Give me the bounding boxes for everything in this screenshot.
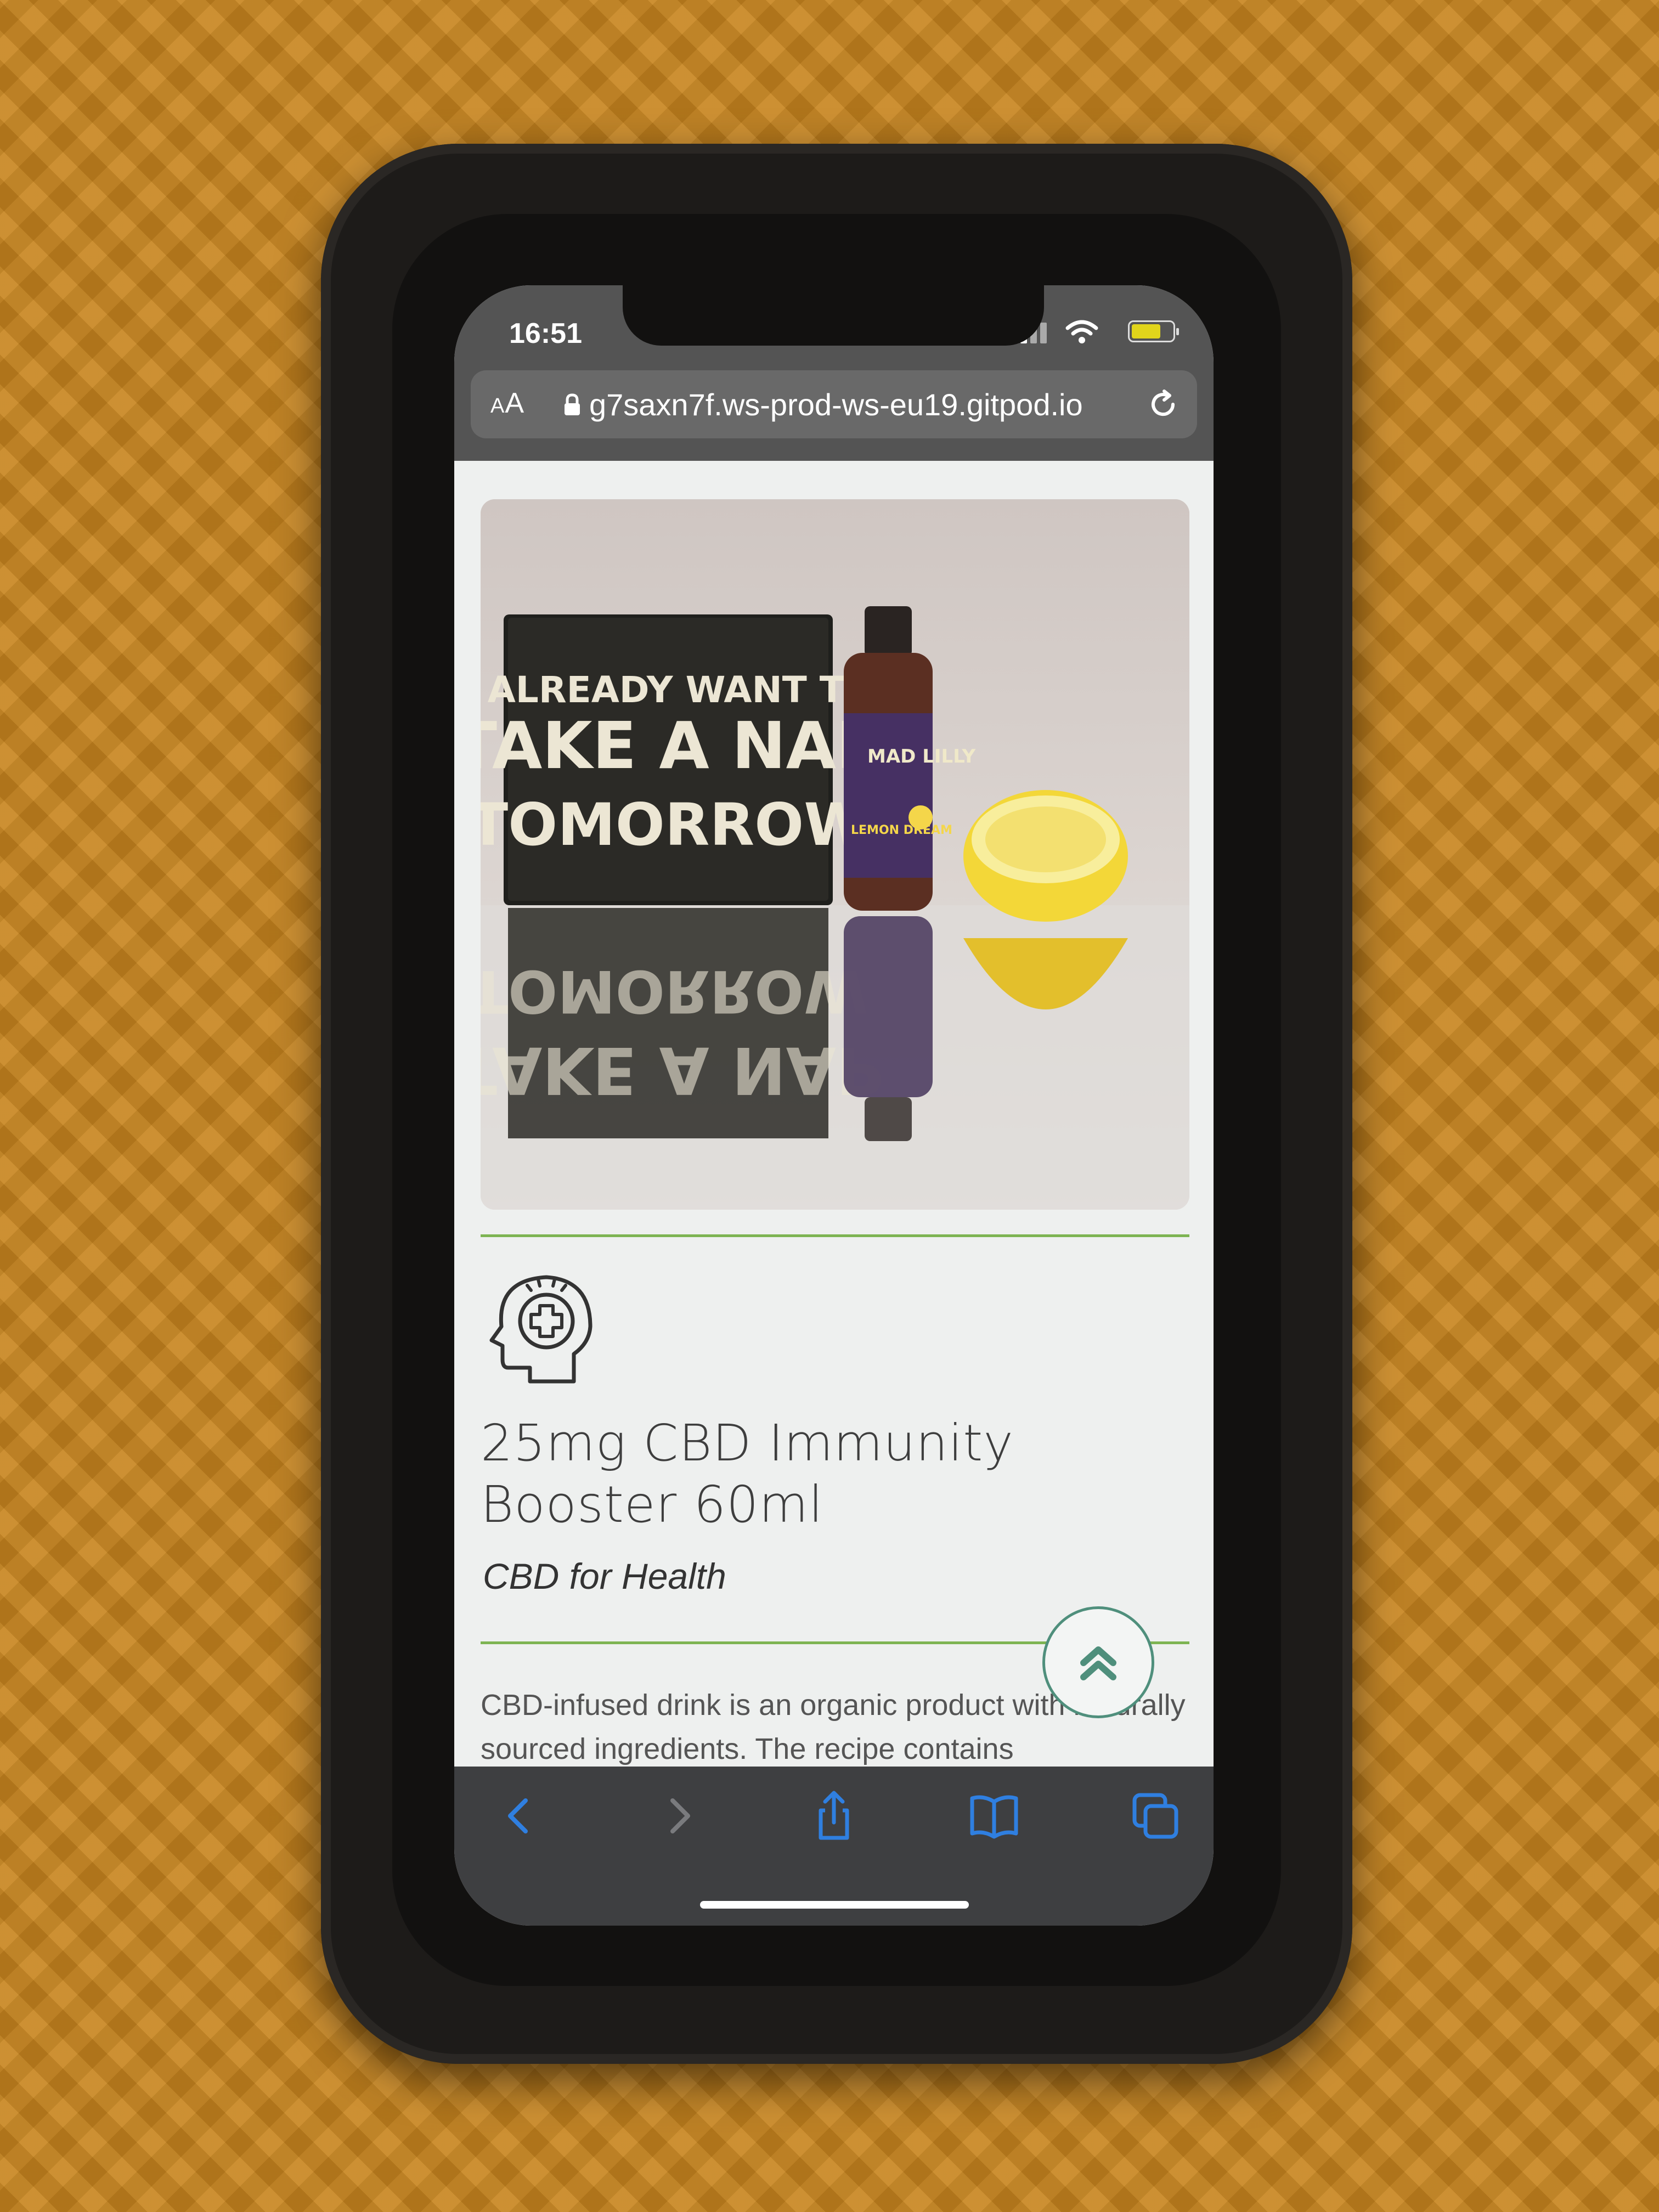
back-arrow-icon[interactable] <box>492 1788 546 1843</box>
svg-text:TOMORROW: TOMORROW <box>481 957 868 1025</box>
bottle-flavor: LEMON DREAM <box>851 823 952 837</box>
share-icon[interactable] <box>806 1788 861 1843</box>
reader-mode-button[interactable]: AA <box>490 387 524 420</box>
address-bar[interactable]: AA g7saxn7f.ws-prod-ws-eu19.gitpod.io <box>471 370 1197 438</box>
wifi-icon <box>1065 320 1098 343</box>
lock-icon <box>565 393 580 415</box>
divider-top <box>481 1234 1189 1237</box>
head-medical-cross-icon <box>489 1275 592 1384</box>
product-image: I ALREADY WANT TO TAKE A NAP TOMORROW TO… <box>481 499 1189 1210</box>
home-indicator[interactable] <box>700 1901 969 1909</box>
product-photo: I ALREADY WANT TO TAKE A NAP TOMORROW TO… <box>481 499 1189 1210</box>
bookmarks-icon[interactable] <box>967 1788 1022 1843</box>
browser-toolbar <box>454 1767 1214 1926</box>
phone-notch <box>623 285 1044 346</box>
browser-address-area: AA g7saxn7f.ws-prod-ws-eu19.gitpod.io <box>454 357 1214 461</box>
reload-icon[interactable] <box>1146 387 1181 422</box>
phone-screen: 16:51 AA g7saxn7f.ws-prod-ws-eu19.gitpod… <box>454 285 1214 1926</box>
back-to-top-button[interactable] <box>1042 1606 1154 1718</box>
status-time: 16:51 <box>509 318 582 349</box>
svg-text:TAKE A NAP: TAKE A NAP <box>481 1032 883 1108</box>
bottle-brand: MAD LILLY <box>867 746 976 768</box>
url-text[interactable]: g7saxn7f.ws-prod-ws-eu19.gitpod.io <box>589 387 1083 422</box>
product-category[interactable]: CBD for Health <box>483 1555 726 1597</box>
sign-line-2: TAKE A NAP <box>481 708 883 783</box>
tabs-icon[interactable] <box>1128 1788 1183 1843</box>
double-chevron-up-icon <box>1080 1646 1116 1680</box>
battery-icon <box>1128 320 1179 342</box>
product-title: 25mg CBD Immunity Booster 60ml <box>481 1414 1014 1534</box>
forward-arrow-icon[interactable] <box>652 1788 707 1843</box>
page-content: I ALREADY WANT TO TAKE A NAP TOMORROW TO… <box>454 461 1214 1778</box>
sign-line-3: TOMORROW <box>481 791 868 859</box>
sign-line-1: I ALREADY WANT TO <box>481 669 875 711</box>
